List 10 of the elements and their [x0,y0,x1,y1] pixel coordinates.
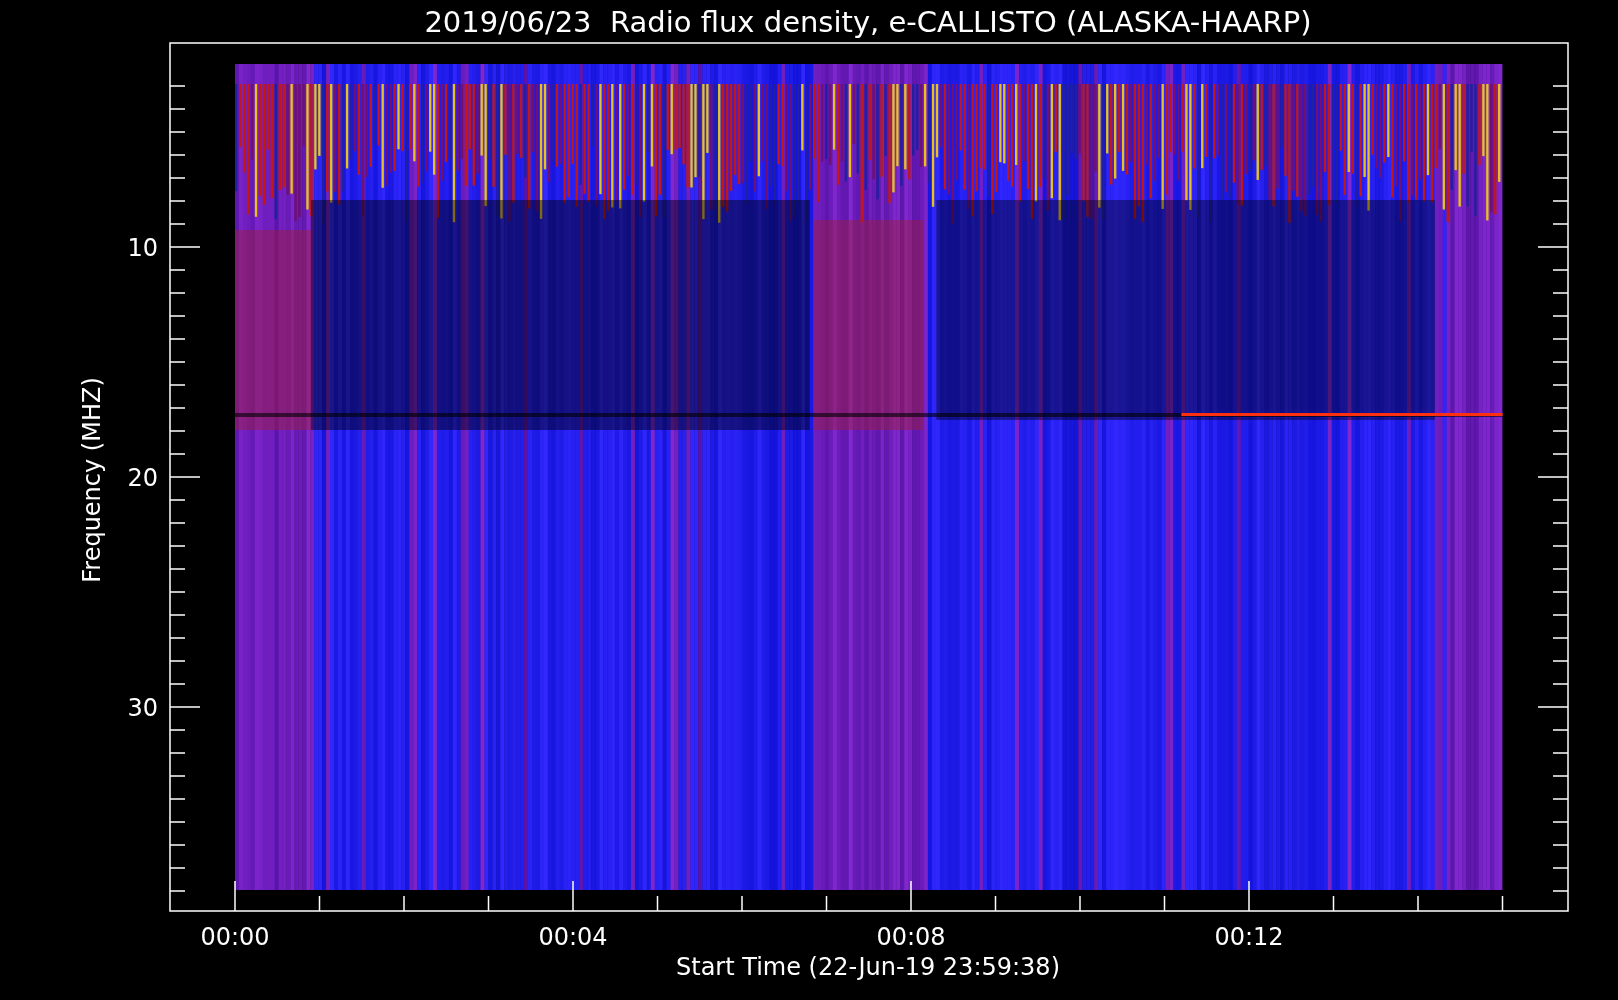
x-tick-label: 00:00 [200,923,270,951]
x-tick-label: 00:12 [1214,923,1284,951]
x-tick-label: 00:04 [538,923,608,951]
x-tick-label: 00:08 [876,923,946,951]
x-axis-label: Start Time (22-Jun-19 23:59:38) [676,953,1060,981]
y-axis-label: Frequency (MHZ) [78,377,106,583]
chart-title: 2019/06/23 Radio flux density, e-CALLISTO (ALASKA-HAARP) [424,5,1312,39]
y-tick-label: 30 [127,694,158,722]
y-tick-label: 10 [127,234,158,262]
y-tick-label: 20 [127,464,158,492]
